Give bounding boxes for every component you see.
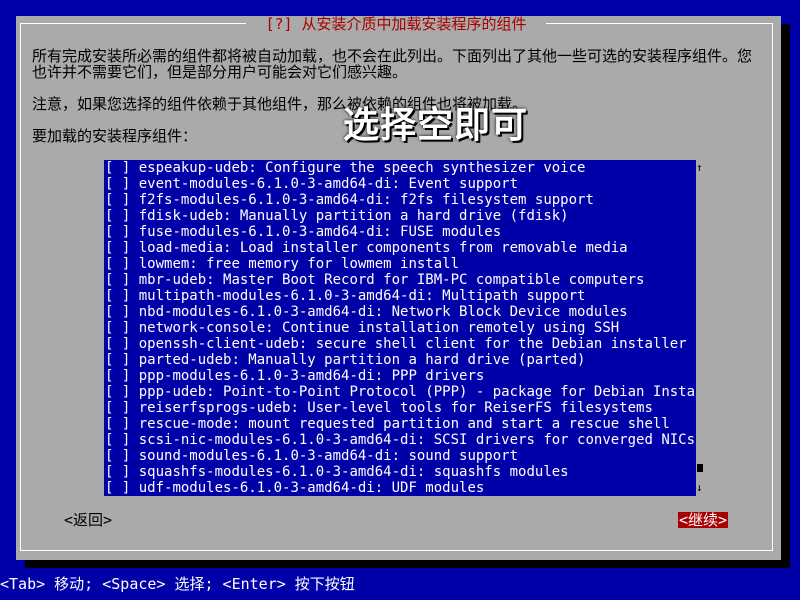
- list-item-label: rescue-mode: mount requested partition a…: [138, 416, 670, 432]
- list-item-label: nbd-modules-6.1.0-3-amd64-di: Network Bl…: [138, 304, 628, 320]
- scrollbar-thumb[interactable]: [697, 464, 703, 472]
- scroll-down-arrow-icon[interactable]: ↓: [696, 480, 703, 496]
- list-item[interactable]: [ ] openssh-client-udeb: secure shell cl…: [104, 336, 696, 352]
- checkbox[interactable]: [ ]: [105, 160, 130, 176]
- checkbox[interactable]: [ ]: [105, 400, 130, 416]
- checkbox[interactable]: [ ]: [105, 304, 130, 320]
- list-item-label: network-console: Continue installation r…: [138, 320, 620, 336]
- checkbox[interactable]: [ ]: [105, 480, 130, 496]
- list-item-label: load-media: Load installer components fr…: [138, 240, 628, 256]
- checkbox[interactable]: [ ]: [105, 384, 130, 400]
- list-item-label: reiserfsprogs-udeb: User-level tools for…: [138, 400, 653, 416]
- list-item[interactable]: [ ] squashfs-modules-6.1.0-3-amd64-di: s…: [104, 464, 696, 480]
- list-item[interactable]: [ ] nbd-modules-6.1.0-3-amd64-di: Networ…: [104, 304, 696, 320]
- list-item[interactable]: [ ] udf-modules-6.1.0-3-amd64-di: UDF mo…: [104, 480, 696, 496]
- checkbox[interactable]: [ ]: [105, 416, 130, 432]
- list-item-label: espeakup-udeb: Configure the speech synt…: [138, 160, 586, 176]
- checkbox[interactable]: [ ]: [105, 336, 130, 352]
- list-item[interactable]: [ ] multipath-modules-6.1.0-3-amd64-di: …: [104, 288, 696, 304]
- checkbox[interactable]: [ ]: [105, 352, 130, 368]
- list-item[interactable]: [ ] scsi-nic-modules-6.1.0-3-amd64-di: S…: [104, 432, 696, 448]
- checkbox[interactable]: [ ]: [105, 256, 130, 272]
- list-item[interactable]: [ ] network-console: Continue installati…: [104, 320, 696, 336]
- list-item[interactable]: [ ] fdisk-udeb: Manually partition a har…: [104, 208, 696, 224]
- checkbox[interactable]: [ ]: [105, 272, 130, 288]
- checkbox[interactable]: [ ]: [105, 224, 130, 240]
- checkbox[interactable]: [ ]: [105, 240, 130, 256]
- list-item[interactable]: [ ] ppp-modules-6.1.0-3-amd64-di: PPP dr…: [104, 368, 696, 384]
- list-item-label: f2fs-modules-6.1.0-3-amd64-di: f2fs file…: [138, 192, 594, 208]
- installer-dialog: [?] 从安装介质中加载安装程序的组件 所有完成安装所必需的组件都将被自动加载，…: [16, 16, 781, 560]
- checkbox[interactable]: [ ]: [105, 288, 130, 304]
- continue-button[interactable]: <继续>: [678, 512, 729, 528]
- list-item-label: fuse-modules-6.1.0-3-amd64-di: FUSE modu…: [138, 224, 502, 240]
- checkbox[interactable]: [ ]: [105, 368, 130, 384]
- list-item[interactable]: [ ] ppp-udeb: Point-to-Point Protocol (P…: [104, 384, 696, 400]
- list-item-label: squashfs-modules-6.1.0-3-amd64-di: squas…: [138, 464, 569, 480]
- checkbox[interactable]: [ ]: [105, 192, 130, 208]
- list-item[interactable]: [ ] sound-modules-6.1.0-3-amd64-di: soun…: [104, 448, 696, 464]
- component-list[interactable]: [ ] espeakup-udeb: Configure the speech …: [104, 160, 696, 496]
- scroll-up-arrow-icon[interactable]: ↑: [696, 160, 703, 176]
- checkbox[interactable]: [ ]: [105, 176, 130, 192]
- list-item-label: ppp-udeb: Point-to-Point Protocol (PPP) …: [138, 384, 696, 400]
- list-item-label: fdisk-udeb: Manually partition a hard dr…: [138, 208, 569, 224]
- list-item[interactable]: [ ] event-modules-6.1.0-3-amd64-di: Even…: [104, 176, 696, 192]
- list-item-label: openssh-client-udeb: secure shell client…: [138, 336, 687, 352]
- list-item-label: scsi-nic-modules-6.1.0-3-amd64-di: SCSI …: [138, 432, 696, 448]
- checkbox[interactable]: [ ]: [105, 320, 130, 336]
- list-item-label: mbr-udeb: Master Boot Record for IBM-PC …: [138, 272, 645, 288]
- list-item-label: udf-modules-6.1.0-3-amd64-di: UDF module…: [138, 480, 485, 496]
- list-item[interactable]: [ ] rescue-mode: mount requested partiti…: [104, 416, 696, 432]
- dialog-title: [?] 从安装介质中加载安装程序的组件: [246, 16, 546, 32]
- list-item-label: lowmem: free memory for lowmem install: [138, 256, 460, 272]
- checkbox[interactable]: [ ]: [105, 432, 130, 448]
- list-item[interactable]: [ ] load-media: Load installer component…: [104, 240, 696, 256]
- checkbox[interactable]: [ ]: [105, 448, 130, 464]
- list-item[interactable]: [ ] parted-udeb: Manually partition a ha…: [104, 352, 696, 368]
- list-item[interactable]: [ ] espeakup-udeb: Configure the speech …: [104, 160, 696, 176]
- list-item[interactable]: [ ] lowmem: free memory for lowmem insta…: [104, 256, 696, 272]
- list-item-label: event-modules-6.1.0-3-amd64-di: Event su…: [138, 176, 519, 192]
- back-button[interactable]: <返回>: [64, 512, 112, 528]
- list-item-label: ppp-modules-6.1.0-3-amd64-di: PPP driver…: [138, 368, 485, 384]
- list-item-label: multipath-modules-6.1.0-3-amd64-di: Mult…: [138, 288, 586, 304]
- checkbox[interactable]: [ ]: [105, 464, 130, 480]
- status-bar: <Tab> 移动; <Space> 选择; <Enter> 按下按钮: [0, 575, 355, 593]
- list-label: 要加载的安装程序组件：: [32, 127, 198, 145]
- list-scrollbar[interactable]: ↑ ↓: [696, 160, 704, 496]
- list-item-label: parted-udeb: Manually partition a hard d…: [138, 352, 586, 368]
- list-item-label: sound-modules-6.1.0-3-amd64-di: sound su…: [138, 448, 519, 464]
- overlay-caption: 选择空即可: [343, 105, 529, 146]
- list-item[interactable]: [ ] fuse-modules-6.1.0-3-amd64-di: FUSE …: [104, 224, 696, 240]
- list-item[interactable]: [ ] mbr-udeb: Master Boot Record for IBM…: [104, 272, 696, 288]
- list-item[interactable]: [ ] reiserfsprogs-udeb: User-level tools…: [104, 400, 696, 416]
- checkbox[interactable]: [ ]: [105, 208, 130, 224]
- list-item[interactable]: [ ] f2fs-modules-6.1.0-3-amd64-di: f2fs …: [104, 192, 696, 208]
- dialog-description: 所有完成安装所必需的组件都将被自动加载，也不会在此列出。下面列出了其他一些可选的…: [32, 47, 753, 81]
